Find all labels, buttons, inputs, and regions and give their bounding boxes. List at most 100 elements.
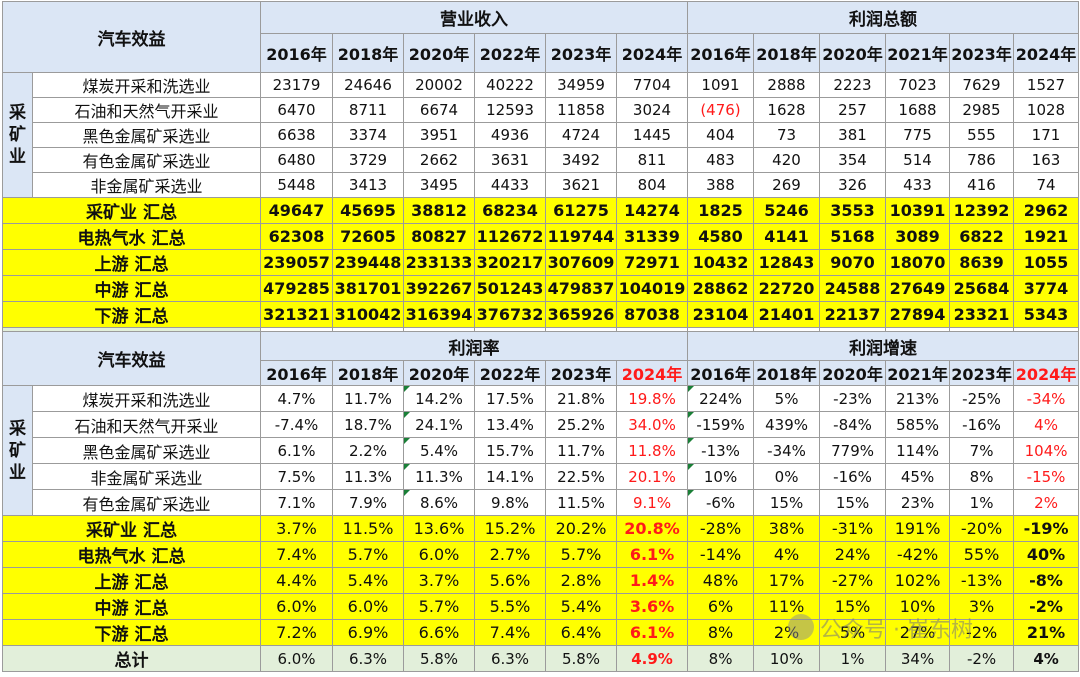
- cell-value: -25%: [949, 385, 1015, 412]
- summary-value: 6.4%: [545, 619, 617, 646]
- cell-value: 3951: [403, 122, 475, 148]
- total-label: 总计: [2, 645, 261, 672]
- cell-value: -159%: [687, 411, 755, 438]
- summary-label: 采矿业 汇总: [2, 515, 261, 542]
- cell-value: 17.5%: [474, 385, 546, 412]
- cell-value: 388: [687, 172, 754, 198]
- row-label: 黑色金属矿采选业: [32, 122, 261, 148]
- cell-value: 10%: [687, 463, 755, 490]
- cell-value: -13%: [687, 437, 755, 464]
- summary-value: 307609: [545, 249, 617, 276]
- summary-value: 7.2%: [260, 619, 333, 646]
- cell-value: 40222: [474, 72, 546, 98]
- cell-value: 354: [819, 147, 886, 173]
- cell-value: 34.0%: [615, 411, 689, 438]
- summary-value: 24588: [819, 275, 886, 302]
- year-header: 2023年: [545, 360, 617, 386]
- year-header: 2016年: [260, 360, 333, 386]
- year-header: 2021年: [885, 33, 950, 73]
- table-row: 采矿业煤炭开采和洗选业 23179 24646 20002 40222 34959 7704…: [2, 72, 1079, 198]
- summary-value: -19%: [1013, 515, 1080, 542]
- summary-value: 3553: [819, 197, 886, 224]
- year-header: 2022年: [474, 33, 546, 73]
- year-header: 2016年: [687, 360, 755, 386]
- summary-value: 5168: [819, 223, 886, 250]
- summary-value: -27%: [819, 567, 887, 594]
- cell-value: 7.5%: [260, 463, 333, 490]
- summary-value: 119744: [545, 223, 617, 250]
- auto-benefit-sheet: 汽车效益 营业收入 利润总额 2016年 2018年 2020年 2022年 2023年 202…: [0, 0, 1080, 677]
- year-header: 2024年: [1013, 33, 1079, 73]
- summary-value: 68234: [474, 197, 546, 224]
- summary-value: 2.8%: [545, 567, 617, 594]
- summary-value: 6.0%: [332, 593, 404, 620]
- cell-value: 3495: [403, 172, 475, 198]
- cell-value: 1527: [1013, 72, 1079, 98]
- cell-value: 163: [1013, 147, 1079, 173]
- total-value: 1%: [819, 645, 887, 672]
- summary-value: 23104: [687, 301, 754, 328]
- cell-value: 5%: [753, 385, 821, 412]
- cell-value: 3413: [332, 172, 404, 198]
- cell-value: -7.4%: [260, 411, 333, 438]
- year-header: 2018年: [332, 33, 404, 73]
- cell-value: 2662: [403, 147, 475, 173]
- summary-value: 10432: [687, 249, 754, 276]
- cell-value: 24.1%: [403, 411, 475, 438]
- summary-value: 6.1%: [615, 619, 689, 646]
- cell-value: 11.5%: [545, 489, 617, 516]
- table-row: 非金属矿采选业 5448 3413 3495 4433 3621 804 388 269 326 4…: [3, 172, 1079, 198]
- row-label: 有色金属矿采选业: [32, 489, 261, 516]
- cell-value: -84%: [819, 411, 887, 438]
- summary-value: -13%: [949, 567, 1015, 594]
- summary-label: 电热气水 汇总: [2, 541, 261, 568]
- summary-value: 239057: [260, 249, 333, 276]
- cell-value: 14.1%: [474, 463, 546, 490]
- cell-value: 15%: [753, 489, 821, 516]
- summary-value: 6.1%: [615, 541, 689, 568]
- summary-row: 采矿业 汇总 3.7% 11.5% 13.6% 15.2% 20.2% 20.8% -28% 3…: [2, 515, 1080, 542]
- summary-value: 48%: [687, 567, 755, 594]
- table-row: 有色金属矿采选业 6480 3729 2662 3631 3492 811 483 420 354…: [3, 147, 1079, 173]
- cell-value: 11.8%: [615, 437, 689, 464]
- summary-value: 233133: [403, 249, 475, 276]
- table-row: 石油和天然气开采业 -7.4% 18.7% 24.1% 13.4% 25.2% 34.0% -…: [3, 411, 1080, 438]
- cell-value: 483: [687, 147, 754, 173]
- cell-value: 2.2%: [332, 437, 404, 464]
- summary-value: 381701: [332, 275, 404, 302]
- row-label: 黑色金属矿采选业: [32, 437, 261, 464]
- cell-value: 326: [819, 172, 886, 198]
- cell-value: 7629: [949, 72, 1014, 98]
- summary-value: 2.7%: [474, 541, 546, 568]
- year-header: 2022年: [474, 360, 546, 386]
- year-header: 2018年: [753, 360, 821, 386]
- summary-value: 8639: [949, 249, 1014, 276]
- summary-value: 20.2%: [545, 515, 617, 542]
- cell-value: 114%: [885, 437, 951, 464]
- summary-value: -20%: [949, 515, 1015, 542]
- summary-value: 22137: [819, 301, 886, 328]
- summary-value: 61275: [545, 197, 617, 224]
- summary-value: 5246: [753, 197, 820, 224]
- year-header: 2020年: [819, 360, 887, 386]
- row-label: 非金属矿采选业: [32, 172, 261, 198]
- summary-value: 320217: [474, 249, 546, 276]
- cell-value: 3492: [545, 147, 617, 173]
- header-row: 汽车效益 利润率 利润增速: [2, 331, 1080, 386]
- summary-label: 中游 汇总: [2, 275, 261, 302]
- cell-value: 11.7%: [332, 385, 404, 412]
- summary-value: 20.8%: [615, 515, 689, 542]
- cell-value: 786: [949, 147, 1014, 173]
- year-header: 2024年: [615, 360, 689, 386]
- summary-value: 321321: [260, 301, 333, 328]
- cell-value: 5.4%: [403, 437, 475, 464]
- summary-value: 6822: [949, 223, 1014, 250]
- summary-value: 13.6%: [403, 515, 475, 542]
- summary-value: 72971: [616, 249, 688, 276]
- row-label: 煤炭开采和洗选业: [32, 385, 261, 412]
- cell-value: 11.3%: [332, 463, 404, 490]
- summary-value: 38812: [403, 197, 475, 224]
- summary-value: 8%: [687, 619, 755, 646]
- summary-label: 下游 汇总: [2, 619, 261, 646]
- year-header: 2023年: [545, 33, 617, 73]
